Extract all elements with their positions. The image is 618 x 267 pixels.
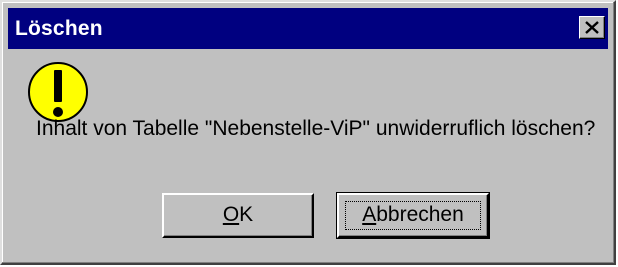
cancel-button-label: Abbrechen	[362, 203, 464, 226]
ok-button-label: OK	[222, 203, 254, 226]
confirmation-message: Inhalt von Tabelle "Nebenstelle-ViP" unw…	[36, 117, 596, 140]
title-bar[interactable]: Löschen	[8, 8, 608, 49]
close-button[interactable]	[579, 16, 605, 39]
warning-exclamation-icon	[28, 62, 88, 122]
window-title: Löschen	[15, 17, 103, 40]
ok-button[interactable]: OK	[162, 193, 314, 238]
close-icon	[585, 21, 599, 34]
cancel-button[interactable]: Abbrechen	[336, 192, 490, 239]
